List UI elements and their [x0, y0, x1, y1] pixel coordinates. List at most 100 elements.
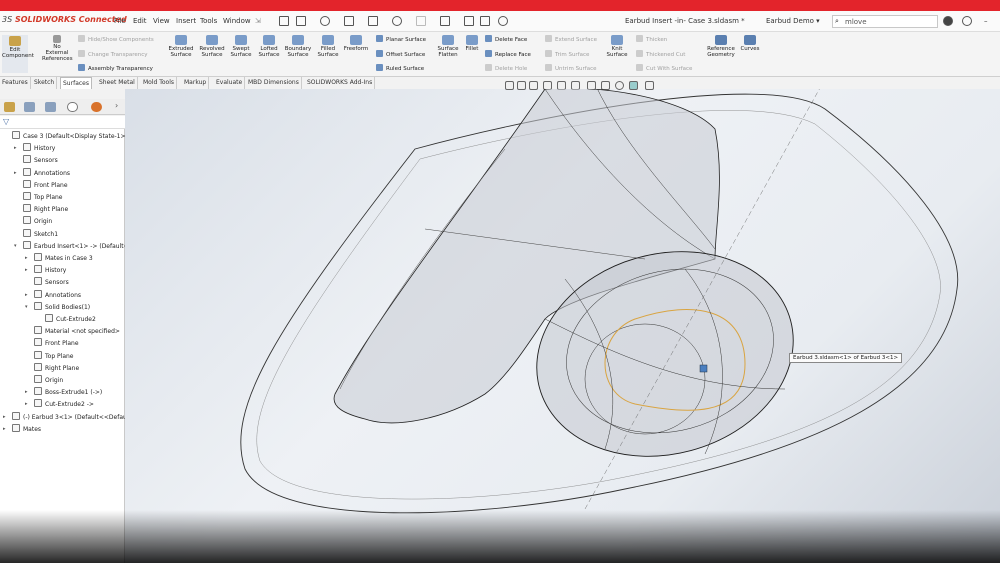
hide-show-components-button[interactable]: Hide/Show Components	[78, 35, 154, 43]
tree-expander-icon[interactable]: ▸	[25, 387, 28, 398]
configuration-manager-tab-icon[interactable]	[45, 102, 56, 112]
tree-item[interactable]: Front Plane	[23, 179, 68, 191]
dimxpert-tab-icon[interactable]	[67, 102, 78, 112]
home-icon[interactable]	[279, 16, 289, 26]
surface-flatten-button[interactable]: Surface Flatten	[433, 35, 463, 58]
minimize-icon[interactable]: –	[984, 17, 988, 25]
redo-icon[interactable]	[416, 16, 426, 26]
tree-item[interactable]: ▸ Mates in Case 3	[25, 253, 93, 264]
tree-expander-icon[interactable]: ▸	[25, 290, 28, 301]
menu-view[interactable]: View	[153, 17, 170, 25]
tree-item[interactable]: Origin	[34, 375, 63, 386]
menu-edit[interactable]: Edit	[133, 17, 147, 25]
pin-icon[interactable]: ⇲	[255, 17, 261, 25]
freeform-button[interactable]: Freeform	[342, 35, 370, 52]
tree-item[interactable]: ▸ Annotations	[14, 167, 70, 179]
tree-item[interactable]: ▸ Cut-Extrude2 ->	[25, 399, 94, 410]
untrim-surface-button[interactable]: Untrim Surface	[545, 64, 597, 72]
file-properties-icon[interactable]	[480, 16, 490, 26]
tree-item[interactable]: Case 3 (Default<Display State-1>)	[12, 131, 128, 142]
no-external-references-button[interactable]: No External References	[42, 35, 73, 62]
delete-hole-button[interactable]: Delete Hole	[485, 64, 527, 72]
replace-face-button[interactable]: Replace Face	[485, 50, 531, 58]
tab-mbd-dimensions[interactable]: MBD Dimensions	[246, 77, 302, 89]
tree-item[interactable]: Origin	[23, 216, 52, 227]
tree-item[interactable]: Top Plane	[34, 350, 74, 362]
open-icon[interactable]	[320, 16, 330, 26]
menu-tools[interactable]: Tools	[200, 17, 217, 25]
new-document-icon[interactable]	[296, 16, 306, 26]
extruded-surface-button[interactable]: Extruded Surface	[166, 35, 196, 58]
boundary-surface-button[interactable]: Boundary Surface	[283, 35, 313, 58]
reference-geometry-button[interactable]: Reference Geometry	[704, 35, 738, 58]
tab-mold-tools[interactable]: Mold Tools	[141, 77, 178, 89]
menu-file[interactable]: File	[114, 17, 126, 25]
cut-with-surface-button[interactable]: Cut With Surface	[636, 64, 692, 72]
menu-window[interactable]: Window	[223, 17, 251, 25]
edit-component-button[interactable]: Edit Component	[2, 35, 34, 73]
menu-insert[interactable]: Insert	[176, 17, 196, 25]
revolved-surface-button[interactable]: Revolved Surface	[197, 35, 227, 58]
assembly-transparency-button[interactable]: Assembly Transparency	[78, 64, 153, 72]
save-icon[interactable]	[344, 16, 354, 26]
tree-expander-icon[interactable]: ▸	[25, 399, 28, 410]
tree-expander-icon[interactable]: ▸	[25, 253, 28, 264]
tree-expander-icon[interactable]: ▸	[14, 168, 17, 179]
tree-expander-icon[interactable]: ▸	[3, 424, 6, 435]
ruled-surface-button[interactable]: Ruled Surface	[376, 64, 424, 72]
tree-item[interactable]: Sensors	[23, 155, 58, 166]
tree-item[interactable]: Sensors	[34, 277, 69, 288]
tree-item[interactable]: ▸ Mates	[3, 423, 41, 435]
tab-sheet-metal[interactable]: Sheet Metal	[97, 77, 138, 89]
tab-surfaces[interactable]: Surfaces	[60, 77, 92, 89]
tree-expander-icon[interactable]: ▾	[14, 241, 17, 252]
curves-button[interactable]: Curves	[739, 35, 761, 52]
print-icon[interactable]	[368, 16, 378, 26]
thicken-button[interactable]: Thicken	[636, 35, 667, 43]
tree-item[interactable]: Right Plane	[34, 362, 79, 374]
filled-surface-button[interactable]: Filled Surface	[314, 35, 342, 58]
tree-item[interactable]: ▸ History	[25, 265, 66, 276]
help-icon[interactable]	[962, 16, 972, 26]
options-gear-icon[interactable]	[498, 16, 508, 26]
swept-surface-button[interactable]: Swept Surface	[227, 35, 255, 58]
feature-tree-tab-icon[interactable]	[4, 102, 15, 112]
tree-item[interactable]: Right Plane	[23, 204, 68, 215]
tree-filter[interactable]: ▽	[0, 116, 125, 129]
tab-solidworks-add-ins[interactable]: SOLIDWORKS Add-Ins	[305, 77, 376, 89]
tree-item[interactable]: ▸ Annotations	[25, 289, 81, 301]
tree-item[interactable]: ▸ Boss-Extrude1 (->)	[25, 387, 102, 398]
workspace-selector[interactable]: Earbud Demo ▾	[766, 17, 820, 25]
trim-surface-button[interactable]: Trim Surface	[545, 50, 589, 58]
fillet-button[interactable]: Fillet	[462, 35, 482, 52]
tree-item[interactable]: Material <not specified>	[34, 326, 120, 337]
undo-icon[interactable]	[392, 16, 402, 26]
rebuild-icon[interactable]	[464, 16, 474, 26]
change-transparency-button[interactable]: Change Transparency	[78, 50, 148, 58]
tab-markup[interactable]: Markup	[182, 77, 210, 89]
tree-item[interactable]: ▾ Solid Bodies(1)	[25, 301, 90, 313]
extend-surface-button[interactable]: Extend Surface	[545, 35, 597, 43]
tree-expander-icon[interactable]: ▸	[25, 265, 28, 276]
knit-surface-button[interactable]: Knit Surface	[604, 35, 630, 58]
search-field[interactable]: ⌕ mlove	[832, 15, 938, 28]
tree-item[interactable]: Sketch1	[23, 228, 58, 240]
delete-face-button[interactable]: Delete Face	[485, 35, 527, 43]
display-manager-tab-icon[interactable]	[91, 102, 102, 112]
select-cursor-icon[interactable]	[440, 16, 450, 26]
tree-item[interactable]: ▸ History	[14, 143, 55, 154]
offset-surface-button[interactable]: Offset Surface	[376, 50, 425, 58]
tree-item[interactable]: Cut-Extrude2	[45, 314, 96, 325]
tree-expander-icon[interactable]: ▾	[25, 302, 28, 313]
tree-item[interactable]: Top Plane	[23, 192, 63, 203]
tab-sketch[interactable]: Sketch	[32, 77, 58, 89]
tab-evaluate[interactable]: Evaluate	[214, 77, 246, 89]
tree-expander-icon[interactable]: ▸	[14, 143, 17, 154]
tab-features[interactable]: Features	[0, 77, 31, 89]
thickened-cut-button[interactable]: Thickened Cut	[636, 50, 685, 58]
graphics-area[interactable]: Earbud 3.sldasm<1> of Earbud 3<1>	[125, 81, 1000, 563]
tree-item[interactable]: ▸ (-) Earbud 3<1> (Default<<Defau	[3, 411, 127, 423]
planar-surface-button[interactable]: Planar Surface	[376, 35, 426, 43]
tree-item[interactable]: Front Plane	[34, 338, 79, 349]
lofted-surface-button[interactable]: Lofted Surface	[255, 35, 283, 58]
